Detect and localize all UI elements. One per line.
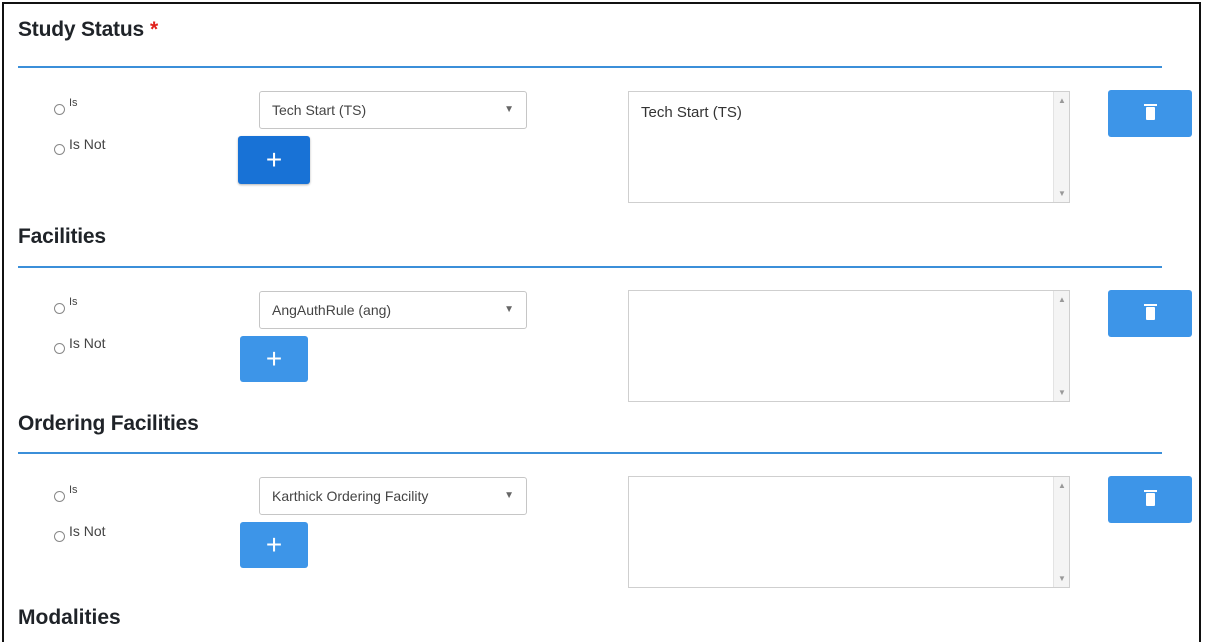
chevron-down-icon: ▼ [504, 104, 514, 115]
section-divider [18, 452, 1162, 454]
chevron-down-icon: ▼ [504, 490, 514, 501]
scrollbar[interactable]: ▲ ▼ [1053, 477, 1069, 587]
ordering-facilities-select[interactable]: Karthick Ordering Facility ▼ [259, 477, 527, 515]
scrollbar[interactable]: ▲ ▼ [1053, 291, 1069, 401]
chevron-down-icon: ▼ [504, 304, 514, 315]
add-button[interactable]: + [238, 136, 310, 184]
study-status-select[interactable]: Tech Start (TS) ▼ [259, 91, 527, 129]
select-value: Karthick Ordering Facility [272, 488, 429, 504]
radio-button[interactable] [54, 491, 65, 502]
section-divider [18, 266, 1162, 268]
scroll-down-icon[interactable]: ▼ [1058, 189, 1066, 198]
section-title-ordering-facilities: Ordering Facilities [18, 412, 199, 435]
radio-label: Is [69, 97, 78, 109]
radio-is-not[interactable]: Is Not [54, 136, 106, 155]
selected-values-list[interactable]: Tech Start (TS) ▲ ▼ [628, 91, 1070, 203]
add-button[interactable]: + [240, 336, 308, 382]
required-indicator: * [149, 18, 158, 41]
section-title-study-status: Study Status * [18, 18, 158, 41]
section-title-facilities: Facilities [18, 225, 106, 248]
radio-button[interactable] [54, 104, 65, 115]
scroll-down-icon[interactable]: ▼ [1058, 574, 1066, 583]
scroll-up-icon[interactable]: ▲ [1058, 96, 1066, 105]
radio-label: Is Not [69, 136, 106, 152]
section-title-modalities: Modalities [18, 606, 121, 629]
radio-is-not[interactable]: Is Not [54, 335, 106, 354]
radio-label: Is Not [69, 523, 106, 539]
delete-button[interactable] [1108, 290, 1192, 337]
trash-icon [1143, 304, 1157, 320]
radio-button[interactable] [54, 343, 65, 354]
radio-label: Is Not [69, 335, 106, 351]
delete-button[interactable] [1108, 476, 1192, 523]
list-item[interactable]: Tech Start (TS) [641, 104, 1057, 121]
scrollbar[interactable]: ▲ ▼ [1053, 92, 1069, 202]
trash-icon [1143, 104, 1157, 120]
select-value: Tech Start (TS) [272, 102, 367, 118]
radio-button[interactable] [54, 144, 65, 155]
selected-values-list[interactable]: ▲ ▼ [628, 290, 1070, 402]
radio-label: Is [69, 296, 78, 308]
scroll-up-icon[interactable]: ▲ [1058, 481, 1066, 490]
select-value: AngAuthRule (ang) [272, 302, 392, 318]
scroll-up-icon[interactable]: ▲ [1058, 295, 1066, 304]
add-button[interactable]: + [240, 522, 308, 568]
trash-icon [1143, 490, 1157, 506]
radio-label: Is [69, 484, 78, 496]
scroll-down-icon[interactable]: ▼ [1058, 388, 1066, 397]
selected-values-list[interactable]: ▲ ▼ [628, 476, 1070, 588]
radio-button[interactable] [54, 531, 65, 542]
section-divider [18, 66, 1162, 68]
radio-button[interactable] [54, 303, 65, 314]
radio-is[interactable]: Is [54, 484, 78, 502]
radio-is[interactable]: Is [54, 296, 78, 314]
radio-is-not[interactable]: Is Not [54, 523, 106, 542]
delete-button[interactable] [1108, 90, 1192, 137]
radio-is[interactable]: Is [54, 97, 78, 115]
facilities-select[interactable]: AngAuthRule (ang) ▼ [259, 291, 527, 329]
